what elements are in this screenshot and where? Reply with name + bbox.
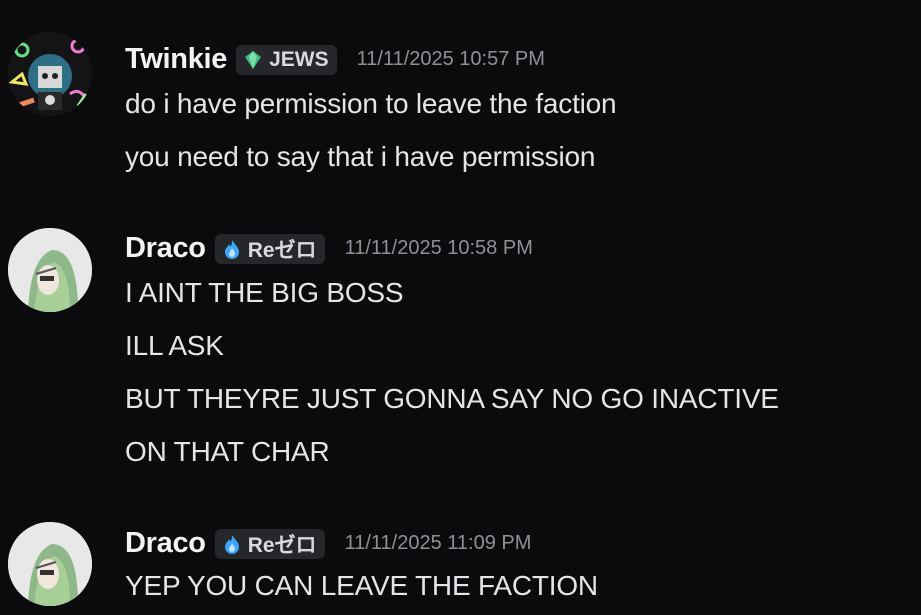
message-header: Draco Reゼロ 11/11/2025 11:09 PM xyxy=(125,527,531,560)
guild-tag[interactable]: Reゼロ xyxy=(214,528,325,559)
username[interactable]: Draco xyxy=(125,527,206,560)
tag-label: Reゼロ xyxy=(247,533,317,557)
avatar-image xyxy=(8,522,92,606)
message-line: YEP YOU CAN LEAVE THE FACTION xyxy=(125,570,598,601)
flame-icon xyxy=(224,534,239,554)
timestamp[interactable]: 11/11/2025 11:09 PM xyxy=(345,532,532,555)
message-group: Draco Reゼロ 11/11/2025 11:09 PM YEP YOU C… xyxy=(0,0,921,615)
avatar[interactable] xyxy=(8,522,92,606)
